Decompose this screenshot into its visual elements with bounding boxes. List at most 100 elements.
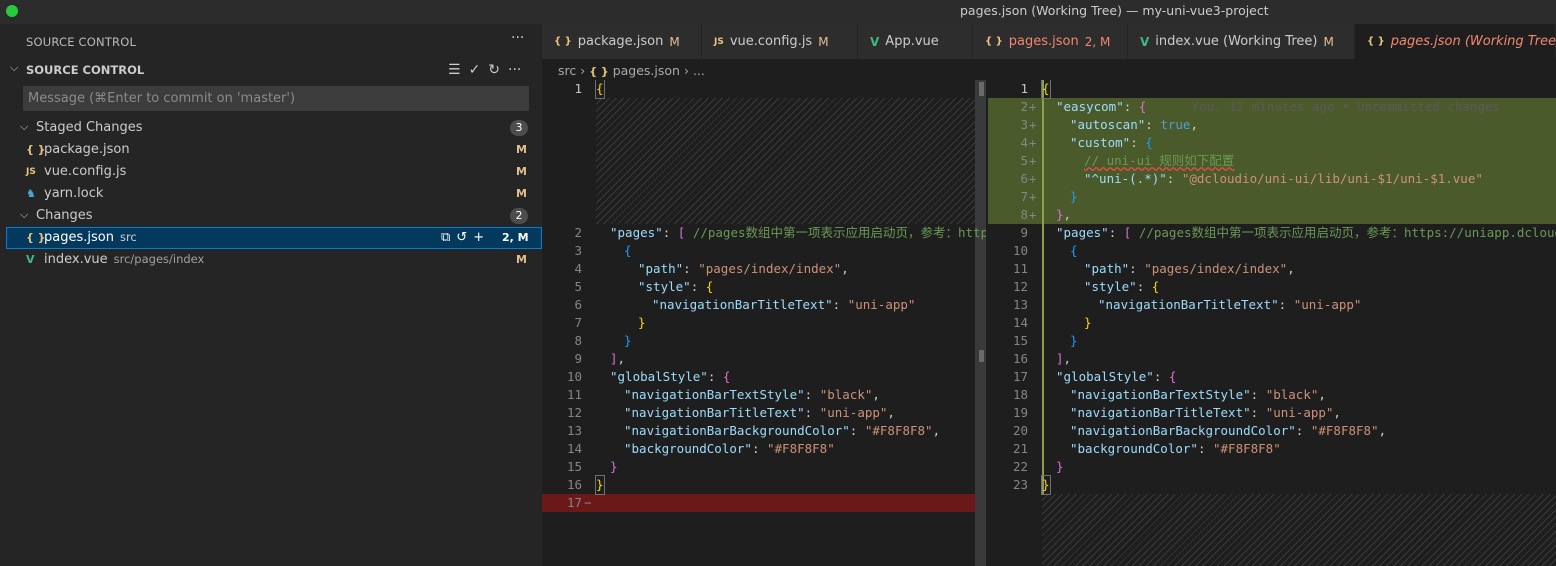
- chevron-right-icon: ›: [683, 63, 693, 78]
- code-comment: // uni-ui 规则如下配置: [1084, 153, 1235, 168]
- code-line: }: [595, 475, 605, 495]
- file-name: package.json: [44, 142, 130, 157]
- tab-vue-config-js[interactable]: JS vue.config.js M: [702, 24, 858, 59]
- json-key: "navigationBarTitleText": [1070, 405, 1251, 420]
- json-key: "navigationBarTitleText": [652, 297, 833, 312]
- breadcrumb-file[interactable]: pages.json: [613, 63, 680, 78]
- original-pane[interactable]: 1 { 2 "pages": [ //pages数组中第一项表示应用启动页，参考：h…: [542, 80, 986, 566]
- line-number: 16: [566, 477, 582, 492]
- line-number: 15: [1012, 333, 1028, 348]
- added-marker: +: [1029, 117, 1037, 132]
- json-key: "navigationBarTextStyle": [624, 387, 805, 402]
- json-value: "black": [1265, 387, 1319, 402]
- json-value: "black": [819, 387, 873, 402]
- view-as-list-icon[interactable]: ☰: [448, 62, 461, 80]
- line-number: 19: [1012, 405, 1028, 420]
- status-badge: M: [516, 187, 527, 200]
- json-value: "uni-app": [1293, 297, 1362, 312]
- tab-package-json[interactable]: { } package.json M: [542, 24, 702, 59]
- line-number: 17: [1012, 369, 1028, 384]
- list-item[interactable]: { } package.json M: [6, 139, 542, 161]
- line-number: 5: [574, 279, 582, 294]
- line-number: 13: [1012, 297, 1028, 312]
- line-number: 21: [1012, 441, 1028, 456]
- line-number: 22: [1012, 459, 1028, 474]
- list-item[interactable]: V index.vue src/pages/index M: [6, 249, 542, 271]
- code-line: "^uni-(.*)": "@dcloudio/uni-ui/lib/uni-$…: [1084, 171, 1483, 186]
- code-line: "pages": [ //pages数组中第一项表示应用启动页，参考：https…: [610, 224, 986, 242]
- json-key: "easycom": [1056, 99, 1124, 114]
- code-line: {: [1070, 243, 1078, 258]
- code-line: {: [1041, 80, 1051, 99]
- scrollbar[interactable]: [975, 80, 986, 566]
- code-line: }: [638, 315, 646, 330]
- added-marker: +: [1029, 207, 1037, 222]
- line-number: 14: [566, 441, 582, 456]
- tab-pages-json-working-tree[interactable]: { } pages.json (Working Tree) 2: [1355, 24, 1556, 59]
- staged-changes-group[interactable]: ⌵ Staged Changes 3: [6, 117, 542, 139]
- code-line: "navigationBarTitleText": "uni-app": [652, 297, 916, 312]
- json-key: "navigationBarTextStyle": [1070, 387, 1251, 402]
- tab-app-vue[interactable]: V App.vue: [858, 24, 973, 59]
- line-number: 5: [1020, 153, 1028, 168]
- code-line: }: [1084, 315, 1092, 330]
- scrollbar-thumb[interactable]: [979, 350, 984, 362]
- line-number: 4: [1020, 135, 1028, 150]
- window-maximize-button[interactable]: [6, 5, 18, 17]
- code-line: "globalStyle": {: [1056, 369, 1177, 384]
- line-number: 13: [566, 423, 582, 438]
- code-line: "style": {: [638, 279, 714, 294]
- diff-filler: [1042, 494, 1556, 566]
- breadcrumb-folder[interactable]: src: [558, 63, 576, 78]
- json-file-icon: { }: [26, 143, 46, 156]
- list-item[interactable]: ♞ yarn.lock M: [6, 183, 542, 205]
- line-number: 12: [1012, 279, 1028, 294]
- scrollbar-thumb[interactable]: [979, 82, 984, 96]
- json-value: "uni-app": [819, 405, 888, 420]
- tab-label: pages.json (Working Tree): [1390, 34, 1556, 49]
- code-line: },: [1056, 207, 1072, 222]
- line-number: 20: [1012, 423, 1028, 438]
- json-key: "backgroundColor": [624, 441, 752, 456]
- status-badge: M: [516, 253, 527, 266]
- more-icon[interactable]: ···: [508, 62, 521, 80]
- tab-index-vue-working-tree[interactable]: V index.vue (Working Tree) M: [1128, 24, 1355, 59]
- change-indicator-bar: [1042, 80, 1044, 494]
- code-line: "navigationBarTitleText": "uni-app",: [624, 405, 895, 420]
- line-number: 4: [574, 261, 582, 276]
- title-bar: pages.json (Working Tree) — my-uni-vue3-…: [0, 0, 1556, 24]
- added-marker: +: [1029, 189, 1037, 204]
- file-name: vue.config.js: [44, 164, 127, 179]
- list-item-selected[interactable]: { } pages.json src ⧉ ↺ + 2, M: [6, 227, 542, 249]
- vue-file-icon: V: [1140, 34, 1150, 49]
- line-number: 10: [1012, 243, 1028, 258]
- commit-message-input[interactable]: Message (⌘Enter to commit on 'master'): [23, 86, 529, 111]
- code-line: "navigationBarBackgroundColor": "#F8F8F8…: [624, 423, 941, 438]
- stage-changes-icon[interactable]: +: [473, 230, 484, 245]
- changes-group[interactable]: ⌵ Changes 2: [6, 205, 542, 227]
- tab-pages-json[interactable]: { } pages.json 2, M: [973, 24, 1128, 59]
- modified-pane[interactable]: 1{ 2 + "easycom": { You, 12 minutes ago • …: [988, 80, 1556, 566]
- discard-changes-icon[interactable]: ↺: [456, 230, 467, 245]
- diff-filler: [596, 98, 976, 224]
- json-key: "style": [638, 279, 691, 294]
- file-name: index.vue src/pages/index: [44, 252, 204, 267]
- json-value: "@dcloudio/uni-ui/lib/uni-$1/uni-$1.vue": [1181, 171, 1483, 186]
- breadcrumb-symbol[interactable]: ...: [693, 63, 705, 78]
- window-title: pages.json (Working Tree) — my-uni-vue3-…: [960, 3, 1269, 18]
- commit-check-icon[interactable]: ✓: [469, 62, 481, 80]
- vue-file-icon: V: [870, 34, 880, 49]
- more-actions-icon[interactable]: ···: [511, 30, 524, 46]
- line-number: 15: [566, 459, 582, 474]
- line-number: 2: [574, 225, 582, 240]
- json-value: "uni-app": [847, 297, 916, 312]
- code-line: "custom": {: [1070, 135, 1153, 150]
- code-line: "path": "pages/index/index",: [1084, 261, 1295, 276]
- refresh-icon[interactable]: ↻: [488, 62, 500, 80]
- open-file-icon[interactable]: ⧉: [441, 230, 450, 245]
- list-item[interactable]: JS vue.config.js M: [6, 161, 542, 183]
- removed-marker: −: [584, 495, 592, 510]
- json-key: "navigationBarBackgroundColor": [1070, 423, 1296, 438]
- chevron-down-icon: ⌵: [20, 208, 29, 221]
- code-line: {: [624, 243, 632, 258]
